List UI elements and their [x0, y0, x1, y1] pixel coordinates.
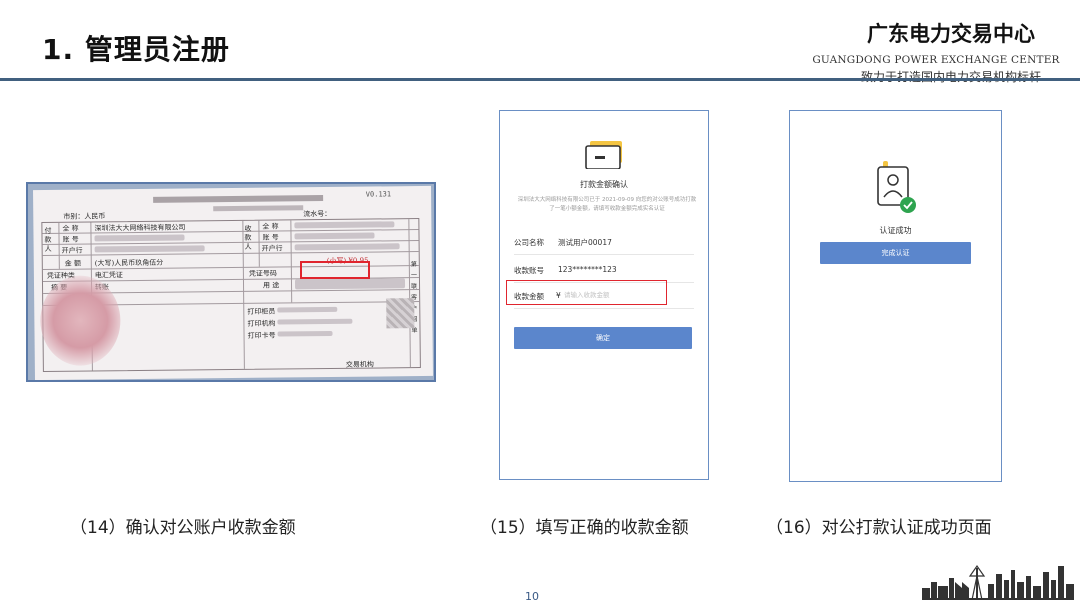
bottom-org-label: 交易机构 [345, 360, 374, 369]
receipt-paper: V0.131 市别：人民币 流水号： 付款人 收款人 全 称 账 号 开户行 深… [33, 185, 433, 380]
receipt-subheading-blurred [213, 205, 304, 212]
caption-step-15: （15）填写正确的收款金额 [480, 518, 689, 538]
amount-label: 金 额 [64, 259, 82, 268]
voucher-type: 电汇凭证 [94, 271, 123, 280]
receipt-flow-no: 流水号： [303, 209, 332, 219]
receipt-serial: V0.131 [365, 190, 392, 199]
amount-in-words: (大写)人民币玖角伍分 [94, 258, 164, 268]
payer-fullname-label: 全 称 [62, 224, 79, 233]
account-label: 收款账号 [514, 266, 544, 275]
payee-side-label: 收款人 [244, 224, 252, 251]
receipt-heading-blurred [153, 195, 324, 203]
usage-label: 用 途 [262, 281, 280, 290]
payer-name: 深圳法大大网络科技有限公司 [94, 223, 186, 233]
company-name-label: 公司名称 [514, 238, 544, 247]
account-value: 123********123 [558, 265, 617, 274]
confirm-button[interactable]: 确定 [514, 327, 692, 349]
receipt-photo: V0.131 市别：人民币 流水号： 付款人 收款人 全 称 账 号 开户行 深… [26, 182, 436, 382]
print-org-label: 打印机构 [247, 319, 276, 328]
auth-success-title: 认证成功 [879, 226, 912, 235]
company-name-row: 公司名称 测试用户00017 [514, 229, 694, 255]
brand-name-cn: 广东电力交易中心 [867, 22, 1035, 46]
amount-input-highlight-box [506, 280, 667, 305]
payee-bank-label: 开户行 [261, 244, 283, 253]
voucher-no-label: 凭证号码 [248, 269, 277, 278]
company-name-value: 测试用户00017 [558, 238, 612, 247]
user-badge-success-icon [877, 161, 916, 213]
caption-step-16: （16）对公打款认证成功页面 [766, 518, 992, 538]
print-counter-label: 打印柜员 [247, 307, 276, 316]
receipt-currency: 市别：人民币 [63, 212, 106, 221]
payer-account-label: 账 号 [62, 235, 79, 244]
header-divider [0, 78, 1080, 81]
brand-name-en: GUANGDONG POWER EXCHANGE CENTER [812, 54, 1060, 66]
city-skyline-logo [922, 564, 1074, 600]
amount-highlight-box [300, 261, 370, 279]
payer-side-label: 付款人 [44, 226, 52, 253]
red-stamp-blurred [39, 275, 121, 367]
phone-payment-confirm: 打款金额确认 深圳法大大网络科技有限公司已于 2021-09-09 向您的对公账… [499, 110, 709, 480]
brand-slogan: 致力于打造国内电力交易机构标杆 [860, 70, 1041, 84]
slide-title: 1. 管理员注册 [42, 33, 230, 66]
phone-auth-success: 认证成功 完成认证 [789, 110, 1002, 482]
bill-icon [585, 141, 622, 169]
brand-block: 广东电力交易中心 GUANGDONG POWER EXCHANGE CENTER… [806, 18, 1066, 85]
page-number: 10 [525, 590, 539, 603]
print-card-label: 打印卡号 [247, 331, 276, 340]
payment-confirm-note: 深圳法大大网络科技有限公司已于 2021-09-09 向您的对公账号成功打款了一… [517, 197, 697, 212]
payee-account-label: 账 号 [262, 233, 279, 242]
finish-auth-button[interactable]: 完成认证 [820, 242, 971, 264]
caption-step-14: （14）确认对公账户收款金额 [70, 518, 296, 538]
payee-fullname-label: 全 称 [262, 222, 279, 231]
payment-confirm-title: 打款金额确认 [580, 180, 628, 189]
payer-bank-label: 开户行 [61, 246, 83, 255]
qr-code-blurred [386, 298, 415, 329]
